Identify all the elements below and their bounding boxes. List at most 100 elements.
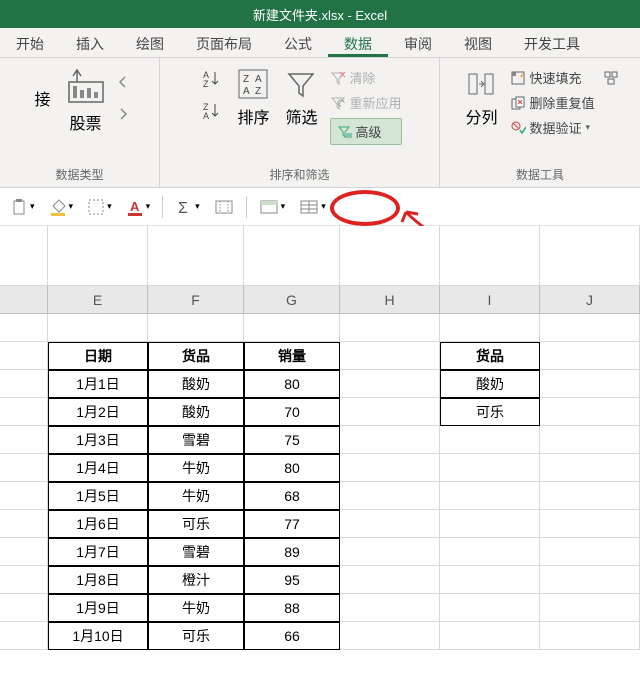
cell-sales[interactable]: 66 [244, 622, 340, 650]
cell[interactable] [340, 454, 440, 482]
cell[interactable] [0, 566, 48, 594]
qa-conditional-format-button[interactable]: ▾ [257, 196, 288, 218]
tab-view[interactable]: 视图 [448, 28, 508, 57]
col-header-I[interactable]: I [440, 286, 540, 314]
cell[interactable] [540, 538, 640, 566]
cell[interactable] [540, 622, 640, 650]
cell-product[interactable]: 牛奶 [148, 482, 244, 510]
cell[interactable] [0, 538, 48, 566]
nav-arrows[interactable] [117, 64, 129, 120]
tab-page-layout[interactable]: 页面布局 [180, 28, 268, 57]
col-header-E[interactable]: E [48, 286, 148, 314]
cell-sales[interactable]: 80 [244, 370, 340, 398]
consolidate-button[interactable] [603, 64, 619, 86]
cell[interactable] [540, 566, 640, 594]
cell-header-date[interactable]: 日期 [48, 342, 148, 370]
flash-fill-button[interactable]: 快速填充 [510, 68, 595, 87]
cell-date[interactable]: 1月10日 [48, 622, 148, 650]
cell[interactable] [340, 342, 440, 370]
cell-sales[interactable]: 70 [244, 398, 340, 426]
qa-format-table-button[interactable]: ▾ [297, 196, 328, 218]
cell[interactable] [0, 342, 48, 370]
cell-side-header[interactable]: 货品 [440, 342, 540, 370]
cell[interactable] [340, 538, 440, 566]
cell-product[interactable]: 雪碧 [148, 426, 244, 454]
cell-product[interactable]: 橙汁 [148, 566, 244, 594]
cell-blank[interactable] [148, 226, 244, 286]
cell[interactable] [340, 566, 440, 594]
cell-date[interactable]: 1月1日 [48, 370, 148, 398]
advanced-filter-button[interactable]: 高级 [330, 118, 402, 145]
cell-sales[interactable]: 77 [244, 510, 340, 538]
cell-blank[interactable] [48, 226, 148, 286]
remove-duplicates-button[interactable]: 删除重复值 [510, 93, 595, 112]
cell[interactable] [0, 482, 48, 510]
cell-date[interactable]: 1月2日 [48, 398, 148, 426]
cell[interactable] [540, 454, 640, 482]
cell[interactable] [148, 314, 244, 342]
cell-product[interactable]: 酸奶 [148, 370, 244, 398]
cell-blank[interactable] [540, 226, 640, 286]
cell-date[interactable]: 1月9日 [48, 594, 148, 622]
cell[interactable] [0, 370, 48, 398]
cell-date[interactable]: 1月7日 [48, 538, 148, 566]
cell-blank[interactable] [0, 226, 48, 286]
cell[interactable] [440, 314, 540, 342]
cell[interactable] [440, 482, 540, 510]
cell[interactable] [340, 398, 440, 426]
cell[interactable] [48, 314, 148, 342]
cell[interactable] [540, 342, 640, 370]
cell[interactable] [0, 454, 48, 482]
cell[interactable] [340, 314, 440, 342]
cell[interactable] [540, 594, 640, 622]
tab-insert[interactable]: 插入 [60, 28, 120, 57]
tab-home[interactable]: 开始 [0, 28, 60, 57]
cell[interactable] [440, 538, 540, 566]
tab-draw[interactable]: 绘图 [120, 28, 180, 57]
cell[interactable] [540, 314, 640, 342]
cell[interactable] [0, 426, 48, 454]
cell[interactable] [340, 510, 440, 538]
cell-date[interactable]: 1月3日 [48, 426, 148, 454]
cell-date[interactable]: 1月8日 [48, 566, 148, 594]
cell-side[interactable]: 可乐 [440, 398, 540, 426]
cell-sales[interactable]: 88 [244, 594, 340, 622]
sort-button[interactable]: ZAAZ 排序 [233, 64, 273, 132]
tab-formulas[interactable]: 公式 [268, 28, 328, 57]
cell-sales[interactable]: 75 [244, 426, 340, 454]
cell-date[interactable]: 1月5日 [48, 482, 148, 510]
tab-data[interactable]: 数据 [328, 28, 388, 57]
cell-side[interactable]: 酸奶 [440, 370, 540, 398]
tab-review[interactable]: 审阅 [388, 28, 448, 57]
qa-fill-color-button[interactable]: ▾ [47, 196, 76, 218]
qa-autosum-button[interactable]: Σ▾ [173, 196, 202, 218]
cell[interactable] [440, 510, 540, 538]
cell-header-sales[interactable]: 销量 [244, 342, 340, 370]
text-to-columns-button[interactable]: 分列 [461, 64, 501, 132]
clear-filter-button[interactable]: 清除 [330, 68, 402, 87]
cell[interactable] [540, 398, 640, 426]
cell[interactable] [340, 482, 440, 510]
col-header-H[interactable]: H [340, 286, 440, 314]
cell[interactable] [440, 426, 540, 454]
cell[interactable] [440, 566, 540, 594]
cell-sales[interactable]: 68 [244, 482, 340, 510]
cell-blank[interactable] [440, 226, 540, 286]
col-header-G[interactable]: G [244, 286, 340, 314]
cell[interactable] [540, 370, 640, 398]
qa-paste-button[interactable]: ▾ [8, 196, 37, 218]
sort-asc-button[interactable]: AZ [201, 68, 221, 88]
cell-product[interactable]: 雪碧 [148, 538, 244, 566]
stocks-button[interactable]: 股票 [63, 64, 109, 138]
qa-border-button[interactable]: ▾ [85, 196, 114, 218]
sort-desc-button[interactable]: ZA [201, 100, 221, 120]
cell[interactable] [340, 426, 440, 454]
cell[interactable] [0, 398, 48, 426]
qa-font-color-button[interactable]: A▾ [124, 196, 153, 218]
cell[interactable] [540, 426, 640, 454]
cell-product[interactable]: 可乐 [148, 510, 244, 538]
cell-header-product[interactable]: 货品 [148, 342, 244, 370]
cell[interactable] [440, 454, 540, 482]
col-header-J[interactable]: J [540, 286, 640, 314]
cell[interactable] [0, 510, 48, 538]
